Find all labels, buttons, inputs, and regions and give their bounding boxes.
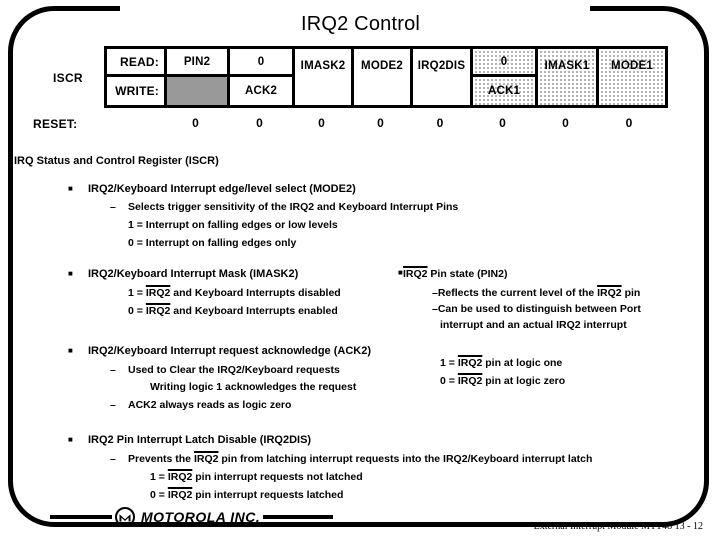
read-row-label: READ: (107, 49, 164, 77)
bullet-ack2-title: ■ IRQ2/Keyboard Interrupt request acknowl… (68, 345, 371, 357)
bit-column-pin2: PIN2 (167, 49, 230, 105)
dash-icon: – (110, 201, 116, 213)
bullet-imask2-line2: 0 = IRQ2 and Keyboard Interrupts enabled (128, 305, 338, 317)
register-bit-table: READ: WRITE: PIN2 0 ACK2 IMASK2 MODE2 IR… (104, 46, 668, 108)
square-bullet-icon: ■ (68, 345, 73, 355)
motorola-logo: MOTOROLA INC. (50, 505, 334, 529)
irq2-overline: IRQ2 (597, 287, 622, 299)
bit-column-ack2: 0 ACK2 (230, 49, 295, 105)
register-row-label-column: READ: WRITE: (107, 49, 167, 105)
square-bullet-icon: ■ (398, 268, 403, 277)
reset-value-mode1: 0 (625, 116, 633, 130)
pin2-block-sub2b: interrupt and an actual IRQ2 interrupt (440, 319, 627, 331)
bit-column-mode2: MODE2 (354, 49, 413, 105)
bullet-irq2dis-line2: 0 = IRQ2 pin interrupt requests latched (150, 489, 344, 501)
dash-icon: – (110, 364, 116, 376)
bullet-ack2-sub1b: Writing logic 1 acknowledges the request (150, 381, 357, 393)
bit-imask2: IMASK2 (300, 60, 346, 72)
bullet-mode2-line2: 0 = Interrupt on falling edges only (128, 237, 297, 249)
bullet-mode2-line1: 1 = Interrupt on falling edges or low le… (128, 219, 338, 231)
bullet-ack2-sub2: – ACK2 always reads as logic zero (110, 399, 292, 411)
bullet-imask2-line1: 1 = IRQ2 and Keyboard Interrupts disable… (128, 287, 341, 299)
reset-value-row: 0 0 0 0 0 0 0 0 (104, 113, 668, 133)
square-bullet-icon: ■ (68, 434, 73, 444)
bullet-ack2-sub1: – Used to Clear the IRQ2/Keyboard request… (110, 364, 340, 376)
irq2-overline: IRQ2 (457, 375, 483, 387)
bit-read-ack1: 0 (473, 49, 535, 77)
bit-write-pin2-reserved (167, 77, 227, 105)
bit-column-mode1: MODE1 (599, 49, 665, 105)
reset-value-ack2: 0 (256, 116, 263, 130)
bit-irq2dis: IRQ2DIS (417, 60, 466, 72)
reset-value-imask2: 0 (318, 116, 325, 130)
bullet-irq2dis-line1: 1 = IRQ2 pin interrupt requests not latc… (150, 471, 363, 483)
bit-write-ack2: ACK2 (244, 85, 278, 97)
bit-column-imask2: IMASK2 (295, 49, 354, 105)
write-row-label: WRITE: (115, 84, 159, 98)
irq2-overline: IRQ2 (145, 305, 171, 317)
reset-value-mode2: 0 (377, 116, 384, 130)
pin2-block-sub2: –Can be used to distinguish between Port (432, 303, 641, 315)
reset-value-imask1: 0 (562, 116, 569, 130)
bit-read-ack2: 0 (230, 49, 292, 77)
bit-column-ack1: 0 ACK1 (473, 49, 538, 105)
logo-rule-right (263, 515, 334, 519)
bullet-mode2-title: ■ IRQ2/Keyboard Interrupt edge/level sele… (68, 183, 356, 195)
bit-mode2: MODE2 (361, 60, 403, 72)
reset-spacer (104, 113, 164, 133)
logo-rule-left (50, 515, 112, 519)
reset-value-irq2dis: 0 (436, 116, 444, 130)
page-footer-note: External Interrupt Module MTT48 13 - 12 (533, 521, 703, 532)
irq2-overline: IRQ2 (145, 287, 171, 299)
square-bullet-icon: ■ (68, 268, 73, 278)
pin2-block-title: ■IRQ2 Pin state (PIN2) (398, 268, 508, 280)
dash-icon: – (110, 453, 116, 465)
irq2-overline: IRQ2 (167, 471, 193, 483)
motorola-wordmark: MOTOROLA INC. (141, 509, 261, 525)
pin2-block-line2: 0 = IRQ2 pin at logic zero (440, 375, 566, 387)
bit-write-ack1: ACK1 (487, 85, 521, 97)
title-backdrop (120, 0, 590, 11)
bit-column-imask1: IMASK1 (538, 49, 599, 105)
irq2-overline: IRQ2 (457, 357, 483, 369)
bit-imask1: IMASK1 (544, 60, 590, 72)
register-name-label: ISCR (53, 71, 83, 85)
irq2-overline: IRQ2 (403, 268, 428, 280)
reset-row-label: RESET: (33, 117, 78, 131)
motorola-batwing-icon (115, 507, 135, 527)
slide-canvas: IRQ2 Control ISCR READ: WRITE: PIN2 0 AC… (0, 0, 721, 541)
irq2-overline: IRQ2 (193, 453, 219, 465)
pin2-block-line1: 1 = IRQ2 pin at logic one (440, 357, 563, 369)
reset-value-ack1: 0 (499, 116, 506, 130)
reset-value-pin2: 0 (192, 116, 199, 130)
dash-icon: – (110, 399, 116, 411)
bullet-irq2dis-title: ■ IRQ2 Pin Interrupt Latch Disable (IRQ2D… (68, 434, 312, 446)
section-heading: IRQ Status and Control Register (ISCR) (14, 155, 219, 167)
bit-mode1: MODE1 (611, 60, 653, 72)
bullet-imask2-title: ■ IRQ2/Keyboard Interrupt Mask (IMASK2) (68, 268, 299, 280)
irq2-overline: IRQ2 (167, 489, 193, 501)
bit-column-irq2dis: IRQ2DIS (413, 49, 473, 105)
bullet-irq2dis-sub1: – Prevents the IRQ2 pin from latching int… (110, 453, 593, 465)
pin2-block-sub1: –Reflects the current level of the IRQ2 … (432, 287, 641, 299)
bit-read-pin2: PIN2 (167, 49, 227, 77)
page-title: IRQ2 Control (300, 13, 421, 35)
square-bullet-icon: ■ (68, 183, 73, 193)
bullet-mode2-sub1: – Selects trigger sensitivity of the IRQ2… (110, 201, 459, 213)
